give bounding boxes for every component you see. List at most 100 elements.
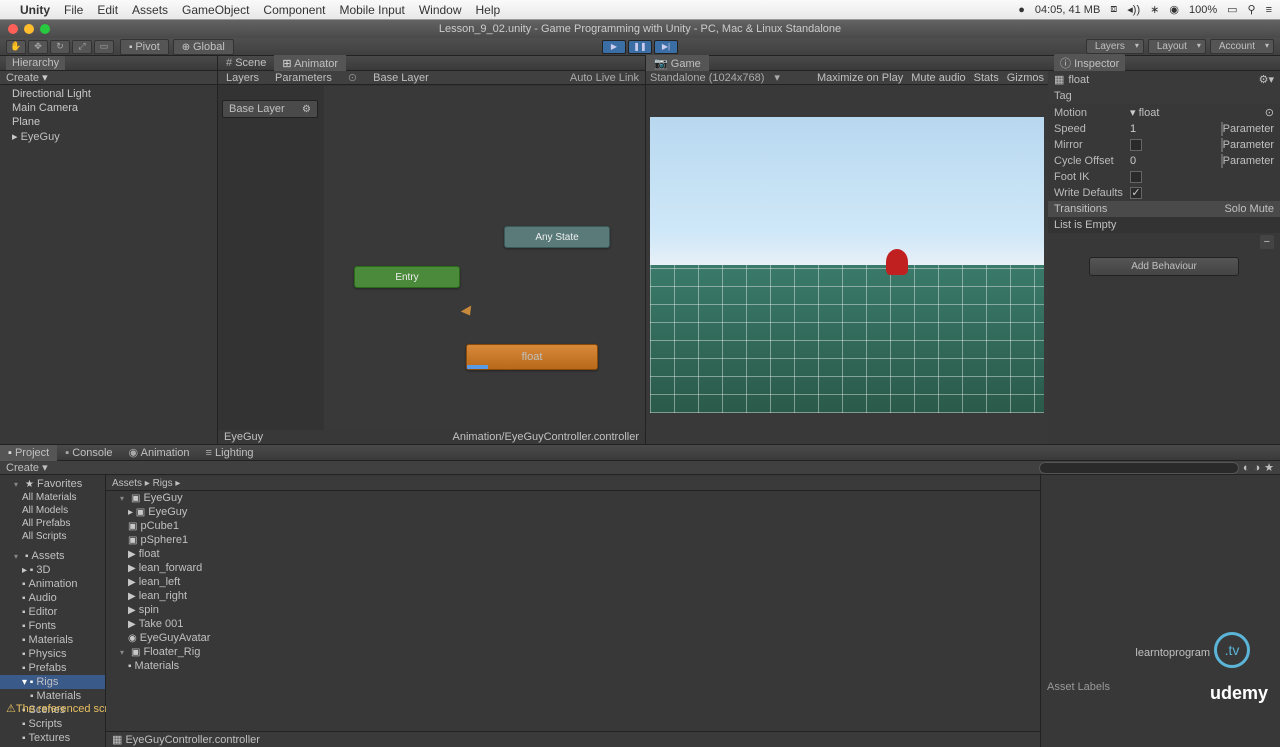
- transition-arrow[interactable]: [461, 306, 475, 319]
- asset-item[interactable]: ▾▣ Floater_Rig: [106, 645, 1040, 659]
- favorites-folder[interactable]: ▾★ Favorites: [0, 477, 105, 491]
- writedef-checkbox[interactable]: ✓: [1130, 187, 1142, 199]
- menu-mobileinput[interactable]: Mobile Input: [339, 3, 404, 17]
- asset-item[interactable]: ▪ Materials: [106, 659, 1040, 673]
- speed-field[interactable]: 1: [1130, 123, 1221, 135]
- menu-edit[interactable]: Edit: [97, 3, 118, 17]
- parameters-subtab[interactable]: Parameters: [267, 71, 340, 85]
- layout-dropdown[interactable]: Layout: [1148, 39, 1206, 54]
- account-dropdown[interactable]: Account: [1210, 39, 1274, 54]
- console-tab[interactable]: ▪ Console: [57, 445, 120, 461]
- hierarchy-item[interactable]: ▸ EyeGuy: [0, 129, 217, 144]
- asset-item[interactable]: ◉ EyeGuyAvatar: [106, 631, 1040, 645]
- menu-assets[interactable]: Assets: [132, 3, 168, 17]
- fav-item[interactable]: All Scripts: [0, 530, 105, 543]
- animator-graph[interactable]: Any State Entry float: [324, 86, 645, 430]
- folder-item[interactable]: ▪ Prefabs: [0, 661, 105, 675]
- asset-item[interactable]: ▸ ▣ EyeGuy: [106, 505, 1040, 519]
- asset-item[interactable]: ▶ lean_right: [106, 589, 1040, 603]
- mirror-checkbox[interactable]: [1130, 139, 1142, 151]
- hierarchy-create[interactable]: Create ▾: [6, 71, 48, 84]
- maximize-on-play[interactable]: Maximize on Play: [817, 72, 903, 84]
- menubar-menu-icon[interactable]: ≡: [1266, 4, 1272, 16]
- folder-item[interactable]: ▸ ▪ 3D: [0, 563, 105, 577]
- folder-item[interactable]: ▪ Textures: [0, 731, 105, 745]
- hierarchy-tab[interactable]: Hierarchy: [6, 56, 65, 70]
- stats-toggle[interactable]: Stats: [974, 72, 999, 84]
- folder-item[interactable]: ▪ Materials: [0, 689, 105, 703]
- motion-field[interactable]: ▾ float: [1130, 106, 1265, 119]
- float-state-node[interactable]: float: [466, 344, 598, 370]
- asset-item[interactable]: ▶ Take 001: [106, 617, 1040, 631]
- play-button[interactable]: ▶: [602, 40, 626, 54]
- any-state-node[interactable]: Any State: [504, 226, 610, 248]
- assets-folder[interactable]: ▾▪ Assets: [0, 549, 105, 563]
- menu-file[interactable]: File: [64, 3, 83, 17]
- global-toggle[interactable]: ⊕ Global: [173, 39, 234, 55]
- lighting-tab[interactable]: ≡ Lighting: [198, 445, 262, 461]
- asset-item[interactable]: ▾▣ EyeGuy: [106, 491, 1040, 505]
- menu-gameobject[interactable]: GameObject: [182, 3, 249, 17]
- filter-icon[interactable]: ◐: [1243, 462, 1250, 474]
- fav-item[interactable]: All Prefabs: [0, 517, 105, 530]
- folder-item[interactable]: ▪ Fonts: [0, 619, 105, 633]
- layers-subtab[interactable]: Layers: [218, 71, 267, 85]
- asset-item[interactable]: ▶ lean_left: [106, 575, 1040, 589]
- asset-item[interactable]: ▣ pSphere1: [106, 533, 1040, 547]
- menu-help[interactable]: Help: [476, 3, 501, 17]
- project-create[interactable]: Create ▾: [6, 461, 48, 474]
- scene-tab[interactable]: # Scene: [218, 55, 274, 71]
- hierarchy-item[interactable]: Plane: [0, 115, 217, 129]
- gear-icon[interactable]: ⚙▾: [1259, 73, 1274, 86]
- folder-item-selected[interactable]: ▾ ▪ Rigs: [0, 675, 105, 689]
- step-button[interactable]: ▶|: [654, 40, 678, 54]
- layer-chip[interactable]: Base Layer⚙: [222, 100, 318, 118]
- cycle-field[interactable]: 0: [1130, 155, 1221, 167]
- base-layer-crumb[interactable]: Base Layer: [365, 71, 437, 85]
- fav-item[interactable]: All Materials: [0, 491, 105, 504]
- menubar-bluetooth-icon[interactable]: ∗: [1150, 3, 1159, 16]
- gizmos-toggle[interactable]: Gizmos: [1007, 72, 1044, 84]
- inspector-tab[interactable]: ⓘ Inspector: [1054, 54, 1125, 72]
- menu-window[interactable]: Window: [419, 3, 462, 17]
- hierarchy-item[interactable]: Main Camera: [0, 101, 217, 115]
- traffic-lights[interactable]: [8, 24, 50, 34]
- auto-live-link[interactable]: Auto Live Link: [564, 71, 645, 85]
- project-tab[interactable]: ▪ Project: [0, 445, 57, 461]
- add-behaviour-button[interactable]: Add Behaviour: [1089, 257, 1239, 276]
- rect-tool-button[interactable]: ▭: [94, 40, 114, 54]
- menu-app[interactable]: Unity: [20, 3, 50, 17]
- menubar-volume-icon[interactable]: ◂)): [1127, 3, 1140, 16]
- asset-item[interactable]: ▶ lean_forward: [106, 561, 1040, 575]
- animation-tab[interactable]: ◉ Animation: [121, 444, 198, 461]
- mute-audio[interactable]: Mute audio: [911, 72, 965, 84]
- display-dropdown[interactable]: Standalone (1024x768): [650, 72, 764, 84]
- folder-item[interactable]: ▪ Animation: [0, 577, 105, 591]
- scale-tool-button[interactable]: ⤢: [72, 40, 92, 54]
- move-tool-button[interactable]: ✥: [28, 40, 48, 54]
- asset-item[interactable]: ▣ pCube1: [106, 519, 1040, 533]
- breadcrumb[interactable]: Assets ▸ Rigs ▸: [106, 477, 1040, 491]
- gear-icon[interactable]: ⚙: [302, 104, 311, 115]
- animator-tab[interactable]: ⊞ Animator: [274, 55, 346, 72]
- menu-component[interactable]: Component: [263, 3, 325, 17]
- footik-checkbox[interactable]: [1130, 171, 1142, 183]
- folder-item[interactable]: ▪ Materials: [0, 633, 105, 647]
- asset-item[interactable]: ▶ float: [106, 547, 1040, 561]
- folder-item[interactable]: ▪ Editor: [0, 605, 105, 619]
- menubar-search-icon[interactable]: ⚲: [1248, 3, 1256, 16]
- filter-icon[interactable]: ◑: [1253, 462, 1260, 474]
- game-tab[interactable]: 📷 Game: [646, 55, 709, 72]
- state-name[interactable]: float: [1068, 74, 1089, 86]
- hand-tool-button[interactable]: ✋: [6, 40, 26, 54]
- folder-item[interactable]: ▪ Audio: [0, 591, 105, 605]
- layers-dropdown[interactable]: Layers: [1086, 39, 1144, 54]
- fav-item[interactable]: All Models: [0, 504, 105, 517]
- rotate-tool-button[interactable]: ↻: [50, 40, 70, 54]
- folder-item[interactable]: ▪ Physics: [0, 647, 105, 661]
- asset-item[interactable]: ▶ spin: [106, 603, 1040, 617]
- project-search[interactable]: [1039, 462, 1239, 474]
- folder-item[interactable]: ▪ Scripts: [0, 717, 105, 731]
- pause-button[interactable]: ❚❚: [628, 40, 652, 54]
- menubar-wifi-icon[interactable]: ◉: [1169, 3, 1179, 16]
